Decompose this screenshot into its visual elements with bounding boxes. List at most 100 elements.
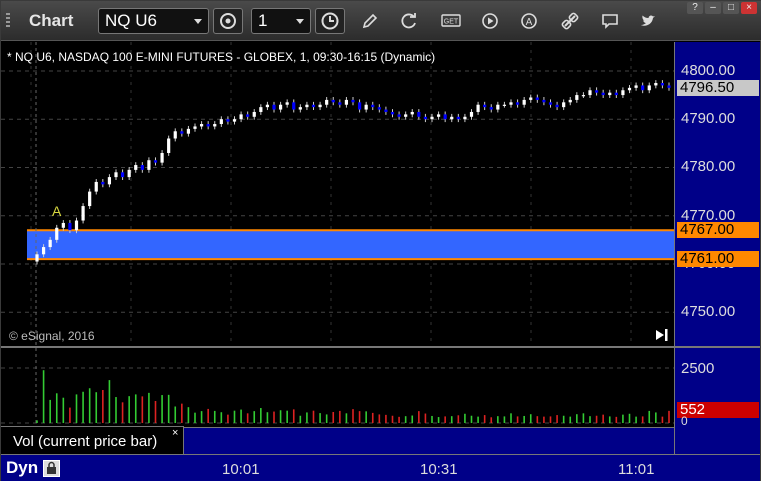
candle[interactable] <box>134 165 138 170</box>
candle[interactable] <box>285 102 289 105</box>
time-template-button[interactable] <box>315 8 345 34</box>
candle[interactable] <box>278 104 283 110</box>
candle[interactable] <box>502 104 507 106</box>
candle[interactable] <box>377 107 381 110</box>
candle[interactable] <box>55 227 59 240</box>
candle[interactable] <box>186 128 191 134</box>
candle[interactable] <box>430 116 434 120</box>
candle[interactable] <box>305 104 309 108</box>
candle[interactable] <box>338 102 342 105</box>
candle[interactable] <box>351 99 355 103</box>
candle[interactable] <box>101 181 105 185</box>
candle[interactable] <box>213 124 217 127</box>
candle[interactable] <box>476 104 480 112</box>
candle[interactable] <box>180 131 184 134</box>
candle[interactable] <box>390 111 395 115</box>
candle[interactable] <box>193 126 197 129</box>
help-button[interactable]: ? <box>687 2 703 14</box>
candle[interactable] <box>246 114 250 117</box>
candle[interactable] <box>311 104 316 108</box>
candle[interactable] <box>647 85 651 91</box>
candle[interactable] <box>364 104 368 110</box>
cycle-button[interactable] <box>213 8 243 34</box>
close-button[interactable]: × <box>741 2 757 14</box>
candle[interactable] <box>199 124 204 127</box>
candle[interactable] <box>114 172 118 178</box>
twitter-button[interactable] <box>636 10 660 32</box>
candle[interactable] <box>581 95 586 97</box>
volume-scale[interactable]: 2500 552 0 <box>674 348 760 454</box>
time-axis[interactable]: Dyn 10:01 10:31 11:01 <box>1 454 760 481</box>
maximize-button[interactable]: □ <box>723 2 739 14</box>
candle[interactable] <box>298 107 302 110</box>
candle[interactable] <box>404 114 408 117</box>
candle[interactable] <box>594 90 599 93</box>
candle[interactable] <box>94 181 98 192</box>
candle[interactable] <box>239 114 243 120</box>
candle[interactable] <box>443 114 447 120</box>
candle[interactable] <box>265 104 270 108</box>
candle[interactable] <box>325 99 329 105</box>
candle[interactable] <box>147 160 151 170</box>
volume-chart[interactable] <box>1 348 674 424</box>
link-button[interactable] <box>558 10 582 32</box>
candle[interactable] <box>127 169 131 178</box>
candle[interactable] <box>575 95 579 100</box>
draw-button[interactable] <box>358 10 382 32</box>
candle[interactable] <box>436 114 441 117</box>
candle[interactable] <box>542 99 546 103</box>
candle[interactable] <box>153 160 158 163</box>
candle[interactable] <box>634 85 638 88</box>
candle[interactable] <box>35 254 39 262</box>
price-scale[interactable]: 4800.004790.004780.004770.004760.004750.… <box>674 42 760 346</box>
candle[interactable] <box>344 99 349 105</box>
candle[interactable] <box>423 116 428 120</box>
volume-legend[interactable]: Vol (current price bar) × <box>1 426 184 454</box>
candle[interactable] <box>654 83 658 86</box>
candle[interactable] <box>417 111 421 117</box>
candle[interactable] <box>232 119 237 122</box>
candle[interactable] <box>489 107 493 110</box>
candle[interactable] <box>219 119 223 125</box>
price-pane[interactable]: A * NQ U6, NASDAQ 100 E-MINI FUTURES - G… <box>1 42 674 346</box>
candle[interactable] <box>397 114 401 117</box>
candle[interactable] <box>173 131 177 139</box>
candle[interactable] <box>515 102 520 105</box>
candle[interactable] <box>450 116 454 120</box>
alert-button[interactable]: A <box>517 10 541 32</box>
drag-grip-icon[interactable] <box>6 13 10 29</box>
annotation-marker[interactable]: A <box>52 203 62 219</box>
candle[interactable] <box>509 102 513 105</box>
candle[interactable] <box>627 87 632 91</box>
candle[interactable] <box>588 90 592 96</box>
candle[interactable] <box>614 92 618 96</box>
candle[interactable] <box>621 90 625 96</box>
candle[interactable] <box>259 107 263 112</box>
candle[interactable] <box>608 92 612 96</box>
dynamic-mode-label[interactable]: Dyn <box>6 458 38 478</box>
candle[interactable] <box>272 104 276 110</box>
candle[interactable] <box>548 102 553 105</box>
candle[interactable] <box>88 191 92 207</box>
candle[interactable] <box>555 104 559 108</box>
candle[interactable] <box>410 111 414 115</box>
candle[interactable] <box>140 165 144 170</box>
play-button[interactable] <box>478 10 502 32</box>
candle[interactable] <box>601 92 605 96</box>
candle[interactable] <box>456 116 460 120</box>
candle[interactable] <box>641 85 645 91</box>
volume-pane[interactable] <box>1 348 674 424</box>
candle[interactable] <box>469 111 474 117</box>
candle[interactable] <box>292 102 296 110</box>
candle[interactable] <box>463 116 467 120</box>
candle[interactable] <box>107 177 112 185</box>
candle[interactable] <box>331 99 335 103</box>
candle[interactable] <box>68 222 72 231</box>
candle[interactable] <box>206 124 210 127</box>
candle[interactable] <box>483 104 487 108</box>
candle[interactable] <box>226 119 230 122</box>
close-icon[interactable]: × <box>172 427 178 439</box>
candle[interactable] <box>568 99 572 103</box>
candle[interactable] <box>529 97 533 100</box>
candle[interactable] <box>384 109 388 112</box>
